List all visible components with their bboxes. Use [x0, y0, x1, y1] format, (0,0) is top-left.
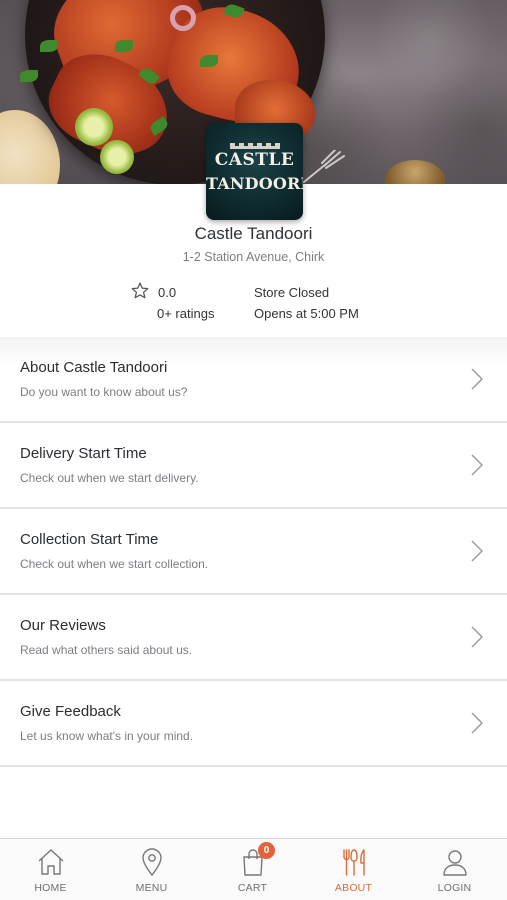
menu-item-subtitle: Let us know what's in your mind. — [20, 729, 194, 743]
bottom-nav-bar: HOME MENU 0 CART ABOUT LOGIN — [0, 838, 507, 900]
logo-text-line2: TANDOORI — [206, 174, 303, 193]
menu-item-delivery-start-time[interactable]: Delivery Start Time Check out when we st… — [0, 423, 507, 509]
menu-item-title: Give Feedback — [20, 703, 121, 720]
logo-text-line1: CASTLE — [214, 150, 295, 170]
nav-tab-label: LOGIN — [437, 882, 472, 894]
menu-item-our-reviews[interactable]: Our Reviews Read what others said about … — [0, 595, 507, 681]
menu-item-give-feedback[interactable]: Give Feedback Let us know what's in your… — [0, 681, 507, 767]
about-menu-list: About Castle Tandoori Do you want to kno… — [0, 337, 507, 767]
menu-item-title: About Castle Tandoori — [20, 359, 168, 376]
home-icon — [38, 849, 64, 875]
nav-tab-label: MENU — [135, 882, 168, 894]
menu-item-title: Delivery Start Time — [20, 445, 147, 462]
chevron-right-icon — [471, 712, 483, 734]
map-pin-icon — [142, 848, 162, 877]
nav-tab-label: CART — [237, 882, 268, 894]
menu-item-subtitle: Read what others said about us. — [20, 643, 193, 657]
chevron-right-icon — [471, 626, 483, 648]
menu-item-title: Our Reviews — [20, 617, 106, 634]
store-status: Store Closed — [254, 285, 330, 300]
rating-block: 0.0 0+ ratings — [130, 280, 240, 324]
chevron-right-icon — [471, 540, 483, 562]
menu-item-title: Collection Start Time — [20, 531, 159, 548]
chevron-right-icon — [471, 454, 483, 476]
menu-item-collection-start-time[interactable]: Collection Start Time Check out when we … — [0, 509, 507, 595]
rating-value: 0.0 — [158, 285, 177, 300]
nav-tab-cart[interactable]: 0 CART — [202, 839, 303, 900]
restaurant-address: 1-2 Station Avenue, Chirk — [182, 250, 325, 264]
menu-item-subtitle: Check out when we start delivery. — [20, 471, 199, 485]
menu-item-subtitle: Do you want to know about us? — [20, 385, 188, 399]
nav-tab-home[interactable]: HOME — [0, 839, 101, 900]
opening-time: Opens at 5:00 PM — [254, 306, 359, 321]
chevron-right-icon — [471, 368, 483, 390]
menu-item-about[interactable]: About Castle Tandoori Do you want to kno… — [0, 337, 507, 423]
fork-decor — [303, 150, 345, 183]
nav-tab-menu[interactable]: MENU — [101, 839, 202, 900]
nav-tab-label: HOME — [34, 882, 67, 894]
user-icon — [443, 850, 467, 876]
restaurant-logo: CASTLE TANDOORI — [206, 123, 303, 220]
castle-battlement-icon — [230, 143, 280, 149]
nav-tab-label: ABOUT — [334, 882, 373, 894]
nav-tab-about[interactable]: ABOUT — [303, 839, 404, 900]
rating-count: 0+ ratings — [157, 306, 215, 321]
menu-item-subtitle: Check out when we start collection. — [20, 557, 209, 571]
restaurant-name: Castle Tandoori — [194, 224, 313, 243]
cart-count-badge: 0 — [258, 842, 275, 859]
star-icon — [131, 282, 149, 299]
fork-knife-icon — [343, 849, 365, 876]
store-status-block: Store Closed Opens at 5:00 PM — [254, 280, 394, 324]
nav-tab-login[interactable]: LOGIN — [404, 839, 505, 900]
